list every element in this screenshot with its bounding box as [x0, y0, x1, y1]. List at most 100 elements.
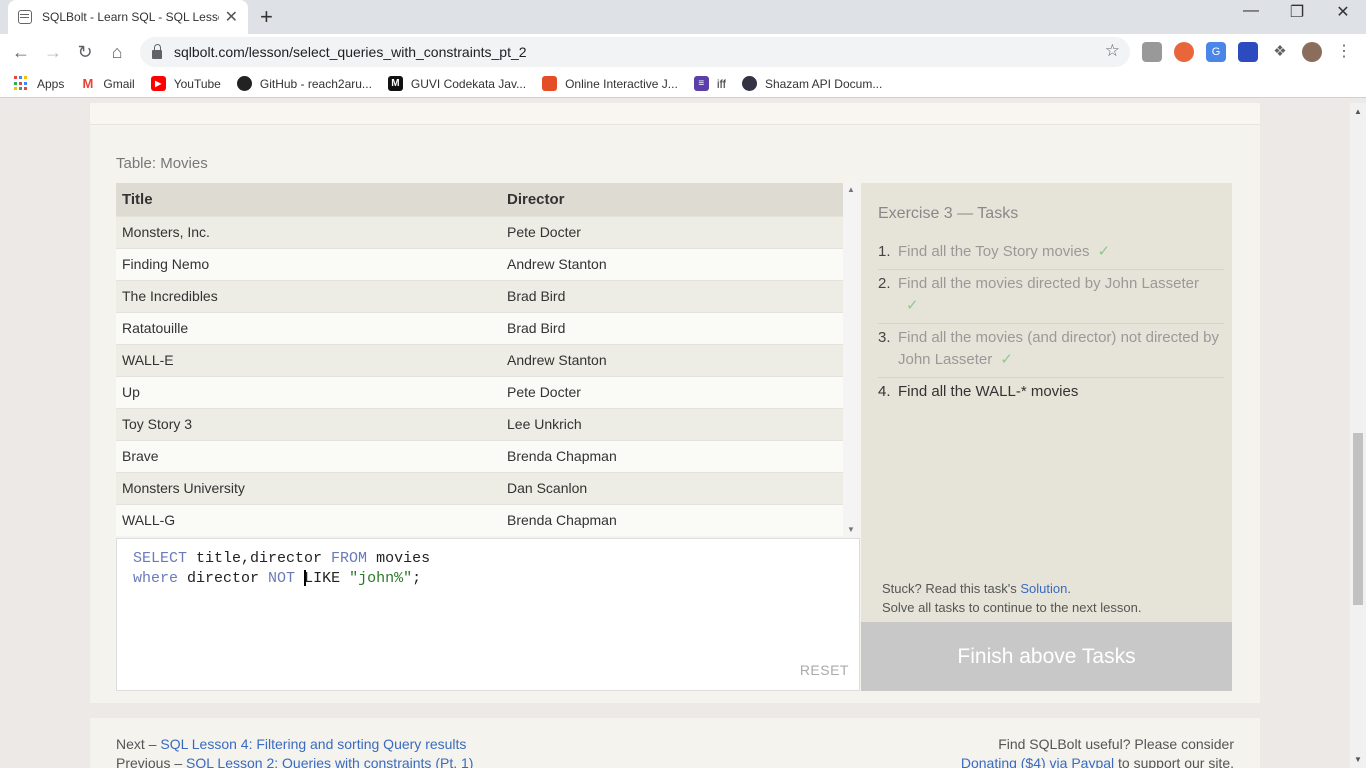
restore-icon[interactable]: ❐ — [1274, 2, 1320, 22]
director-cell: Brenda Chapman — [501, 439, 843, 472]
bookmark-star-icon[interactable]: ☆ — [1105, 41, 1120, 61]
task-number: 4. — [878, 383, 891, 400]
sql-query-editor[interactable]: SELECT title,director FROM movies where … — [116, 538, 860, 691]
back-arrow-icon[interactable]: ← — [8, 39, 34, 65]
page-scrollbar[interactable]: ▲ ▼ — [1350, 103, 1366, 768]
tasks-panel: Exercise 3 — Tasks 1. Find all the Toy S… — [861, 183, 1232, 691]
lesson-footer: Next – SQL Lesson 4: Filtering and sorti… — [90, 718, 1260, 768]
scroll-down-icon[interactable]: ▼ — [847, 525, 855, 534]
avatar[interactable] — [1302, 42, 1322, 62]
director-cell: Brenda Chapman — [501, 503, 843, 536]
menu-kebab-icon[interactable]: ⋮ — [1334, 42, 1354, 62]
sql-text: LIKE — [304, 570, 350, 587]
scroll-up-icon[interactable]: ▲ — [847, 185, 855, 194]
minimize-icon[interactable]: — — [1228, 2, 1274, 20]
database-icon — [18, 10, 32, 24]
bookmark-label: Shazam API Docum... — [764, 76, 883, 91]
next-prefix: Next – — [116, 736, 161, 752]
scroll-up-icon[interactable]: ▲ — [1354, 107, 1362, 116]
editor-line-2: where director NOT LIKE "john%"; — [133, 569, 843, 589]
next-lesson: Next – SQL Lesson 4: Filtering and sorti… — [116, 736, 466, 752]
table-row: The Incredibles Brad Bird — [116, 279, 843, 312]
sql-text: title,director — [187, 550, 332, 567]
bookmark-label: Apps — [37, 76, 65, 91]
title-cell: Monsters, Inc. — [116, 215, 501, 248]
task-text: Find all the Toy Story movies — [898, 243, 1090, 260]
url-text: sqlbolt.com/lesson/select_queries_with_c… — [174, 44, 527, 60]
github-icon — [236, 76, 252, 91]
finish-tasks-button[interactable]: Finish above Tasks — [861, 622, 1232, 691]
card-header-strip — [90, 103, 1260, 125]
next-lesson-link[interactable]: SQL Lesson 4: Filtering and sorting Quer… — [160, 736, 466, 752]
forward-arrow-icon[interactable]: → — [40, 39, 66, 65]
browser-tabstrip: SQLBolt - Learn SQL - SQL Lesso ✕ + — ❐ … — [0, 0, 1366, 34]
table-row: Up Pete Docter — [116, 375, 843, 408]
new-tab-button[interactable]: + — [260, 4, 273, 30]
title-cell: Finding Nemo — [116, 247, 501, 280]
table-row: Finding Nemo Andrew Stanton — [116, 247, 843, 280]
table-scrollbar[interactable]: ▲ ▼ — [843, 183, 859, 536]
translate-extension-icon[interactable]: G — [1206, 42, 1226, 62]
screen-extension-icon[interactable] — [1238, 42, 1258, 62]
previous-lesson-link[interactable]: SQL Lesson 2: Queries with constraints (… — [186, 755, 473, 768]
sql-text: ; — [412, 570, 422, 587]
sql-string: "john%" — [349, 570, 413, 587]
bookmark-online-interactive[interactable]: Online Interactive J... — [542, 76, 678, 91]
task-item: 3. Find all the movies (and director) no… — [878, 324, 1224, 378]
tab-close-icon[interactable]: ✕ — [225, 7, 238, 27]
solution-link[interactable]: Solution — [1020, 581, 1067, 596]
window-close-icon[interactable]: ✕ — [1320, 2, 1366, 22]
title-cell: Monsters University — [116, 471, 501, 504]
home-icon[interactable]: ⌂ — [104, 39, 130, 65]
task-item: 4. Find all the WALL-* movies — [878, 378, 1224, 409]
bookmark-iff[interactable]: ≡ iff — [693, 76, 726, 91]
bookmark-label: GitHub - reach2aru... — [259, 76, 372, 91]
task-item: 1. Find all the Toy Story movies ✓ — [878, 238, 1224, 270]
director-cell: Andrew Stanton — [501, 343, 843, 376]
guvi-icon: M — [387, 76, 403, 91]
scroll-down-icon[interactable]: ▼ — [1354, 755, 1362, 764]
youtube-icon: ▶ — [150, 76, 166, 91]
scrollbar-thumb[interactable] — [1353, 433, 1363, 605]
director-cell: Andrew Stanton — [501, 247, 843, 280]
solve-note: Solve all tasks to continue to the next … — [882, 600, 1142, 615]
table-row: WALL-E Andrew Stanton — [116, 343, 843, 376]
reload-icon[interactable]: ↻ — [72, 39, 98, 65]
reset-button[interactable]: RESET — [800, 660, 849, 680]
bookmark-apps[interactable]: Apps — [14, 76, 64, 91]
fire-extension-icon[interactable] — [1174, 42, 1194, 62]
browser-tab[interactable]: SQLBolt - Learn SQL - SQL Lesso ✕ — [8, 0, 248, 34]
table-row: Monsters, Inc. Pete Docter — [116, 215, 843, 248]
html5-icon — [542, 76, 558, 91]
address-bar[interactable]: sqlbolt.com/lesson/select_queries_with_c… — [140, 37, 1130, 67]
bookmark-label: GUVI Codekata Jav... — [410, 76, 527, 91]
browser-toolbar: ← → ↻ ⌂ sqlbolt.com/lesson/select_querie… — [0, 34, 1366, 70]
bookmark-shazam[interactable]: Shazam API Docum... — [741, 76, 883, 91]
sql-keyword: SELECT — [133, 550, 188, 567]
extensions-puzzle-icon[interactable]: ❖ — [1270, 42, 1290, 62]
bookmark-gmail[interactable]: M Gmail — [80, 76, 135, 91]
movies-table-container: Title Director Monsters, Inc. Pete Docter… — [116, 183, 859, 536]
bookmark-guvi[interactable]: M GUVI Codekata Jav... — [387, 76, 527, 91]
sql-keyword: FROM — [331, 550, 368, 567]
camera-icon[interactable] — [1142, 42, 1162, 62]
donate-link[interactable]: Donating ($4) via Paypal — [961, 755, 1114, 768]
table-row: Monsters University Dan Scanlon — [116, 471, 843, 504]
page-content: Table: Movies Title Director Monsters, I… — [0, 103, 1350, 768]
bookmark-label: Online Interactive J... — [565, 76, 678, 91]
bookmark-label: Gmail — [103, 76, 135, 91]
title-cell: Brave — [116, 439, 501, 472]
director-cell: Dan Scanlon — [501, 471, 843, 504]
shazam-icon — [741, 76, 757, 91]
column-header-title: Title — [116, 183, 501, 216]
sql-text: movies — [367, 550, 431, 567]
director-cell: Brad Bird — [501, 311, 843, 344]
task-text: Find all the movies (and director) not d… — [898, 329, 1219, 368]
sql-keyword: NOT — [268, 570, 296, 587]
bookmark-github[interactable]: GitHub - reach2aru... — [236, 76, 372, 91]
bookmark-youtube[interactable]: ▶ YouTube — [150, 76, 221, 91]
bookmarks-bar: Apps M Gmail ▶ YouTube GitHub - reach2ar… — [0, 70, 1366, 98]
task-number: 1. — [878, 243, 891, 260]
director-cell: Pete Docter — [501, 215, 843, 248]
director-cell: Pete Docter — [501, 375, 843, 408]
